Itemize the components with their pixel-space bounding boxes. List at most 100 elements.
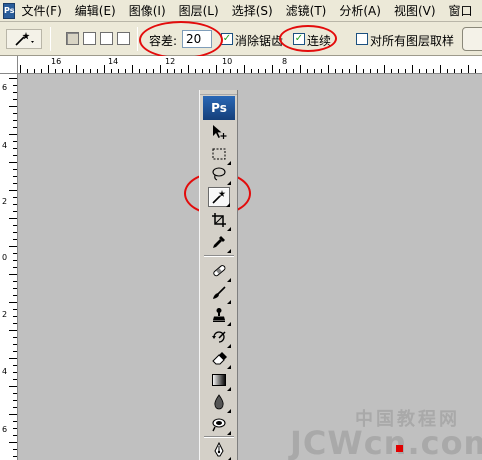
tool-preset-picker[interactable] (6, 29, 42, 49)
ruler-tick (412, 65, 413, 73)
ruler-tick (13, 288, 17, 289)
ruler-tick (13, 407, 17, 408)
menu-edit[interactable]: 编辑(E) (75, 2, 116, 19)
ruler-tick (13, 253, 17, 254)
refine-edge-button[interactable] (462, 27, 482, 51)
ruler-tick (146, 69, 147, 73)
tool-flyout-indicator (227, 431, 231, 435)
ruler-tick (9, 274, 17, 275)
crop-tool-button[interactable] (208, 210, 231, 231)
ruler-tick (13, 113, 17, 114)
rectangular-marquee-tool-button[interactable] (208, 144, 231, 165)
options-separator (50, 27, 51, 51)
watermark-dot (396, 445, 403, 452)
healing-brush-tool-button[interactable] (208, 261, 231, 282)
horizontal-ruler: 16 14 12 10 8 (0, 56, 482, 74)
ruler-tick (13, 337, 17, 338)
menu-view[interactable]: 视图(V) (394, 2, 436, 19)
ruler-tick (90, 69, 91, 73)
ruler-tick (118, 69, 119, 73)
blur-tool-button[interactable] (208, 392, 231, 413)
tool-flyout-indicator (226, 203, 230, 207)
ruler-tick (13, 295, 17, 296)
ruler-label: 2 (2, 310, 8, 319)
menu-layer[interactable]: 图层(L) (179, 2, 219, 19)
ruler-tick (125, 69, 126, 73)
pen-tool-button[interactable] (208, 440, 231, 460)
ruler-tick (286, 69, 287, 73)
toolbox-separator (204, 255, 234, 257)
ruler-tick (335, 69, 336, 73)
ruler-tick (13, 148, 17, 149)
ruler-tick (258, 69, 259, 73)
sample-all-layers-label: 对所有图层取样 (370, 34, 455, 48)
ruler-label: 2 (2, 197, 8, 206)
menu-select[interactable]: 选择(S) (232, 2, 273, 19)
tool-flyout-indicator (227, 278, 231, 282)
ruler-tick (41, 69, 42, 73)
ruler-origin[interactable] (0, 56, 18, 74)
dodge-tool-button[interactable] (208, 414, 231, 435)
eyedropper-tool-button[interactable] (208, 232, 231, 253)
new-selection-mode-button[interactable] (66, 32, 79, 45)
rectangular-marquee-tool-icon (212, 148, 226, 160)
ruler-tick (13, 204, 17, 205)
ruler-tick (9, 442, 17, 443)
tools-panel-grip[interactable] (200, 90, 237, 95)
move-tool-icon (213, 125, 227, 139)
add-to-selection-button[interactable] (83, 32, 96, 45)
menu-filter[interactable]: 滤镜(T) (286, 2, 327, 19)
pen-tool-icon (214, 442, 224, 457)
lasso-tool-icon (212, 167, 226, 181)
ruler-tick (13, 316, 17, 317)
menu-window[interactable]: 窗口 (449, 2, 473, 19)
ruler-tick (27, 69, 28, 73)
ruler-tick (139, 69, 140, 73)
ruler-label: 4 (2, 367, 8, 376)
ruler-tick (13, 267, 17, 268)
ruler-tick (13, 260, 17, 261)
magic-wand-tool-icon (212, 190, 226, 204)
eraser-tool-button[interactable] (208, 348, 231, 369)
history-brush-tool-icon (212, 331, 226, 343)
ruler-tick (83, 69, 84, 73)
ruler-tick (384, 65, 385, 73)
app-logo: Ps (3, 2, 16, 19)
ruler-tick (272, 65, 273, 73)
gradient-tool-button[interactable] (208, 370, 231, 391)
magic-wand-icon (15, 32, 34, 46)
menu-image[interactable]: 图像(I) (129, 2, 166, 19)
ruler-tick (363, 69, 364, 73)
ruler-tick (167, 69, 168, 73)
options-separator (137, 27, 138, 51)
ruler-tick (244, 65, 245, 73)
history-brush-tool-button[interactable] (208, 327, 231, 348)
ruler-tick (440, 65, 441, 73)
ruler-tick (13, 225, 17, 226)
tool-flyout-indicator (227, 365, 231, 369)
ruler-tick (13, 85, 17, 86)
brush-tool-button[interactable] (208, 283, 231, 304)
clone-stamp-tool-button[interactable] (208, 305, 231, 326)
vertical-ruler: 6 4 2 0 2 4 6 (0, 74, 18, 460)
ruler-tick (9, 302, 17, 303)
options-bar: 容差: 20 ✓ 消除锯齿 ✓ 连续 对所有图层取样 (0, 22, 482, 56)
ruler-tick (223, 69, 224, 73)
toolbox-ps-logo[interactable]: Ps (203, 96, 235, 120)
ruler-tick (9, 162, 17, 163)
menu-file[interactable]: 文件(F) (21, 2, 61, 19)
subtract-from-selection-button[interactable] (100, 32, 113, 45)
sample-all-layers-checkbox[interactable] (356, 33, 368, 45)
magic-wand-tool-button[interactable] (208, 187, 230, 207)
ruler-tick (237, 69, 238, 73)
ruler-tick (13, 141, 17, 142)
ruler-tick (9, 78, 17, 79)
move-tool-button[interactable] (208, 122, 230, 142)
ruler-tick (426, 69, 427, 73)
lasso-tool-button[interactable] (208, 164, 231, 185)
menu-analysis[interactable]: 分析(A) (339, 2, 381, 19)
ruler-tick (9, 218, 17, 219)
ruler-tick (13, 239, 17, 240)
intersect-selection-button[interactable] (117, 32, 130, 45)
ruler-tick (188, 65, 189, 73)
